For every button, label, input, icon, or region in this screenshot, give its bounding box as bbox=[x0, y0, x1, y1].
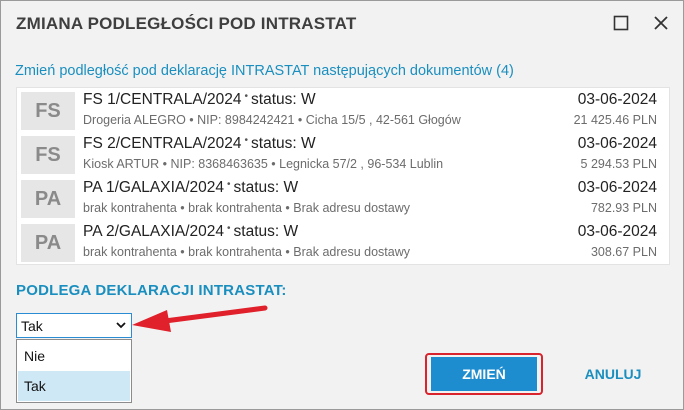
document-title: FS 2/CENTRALA/2024 • status: W bbox=[83, 135, 316, 152]
document-status: status: W bbox=[251, 135, 316, 152]
close-button[interactable] bbox=[648, 10, 674, 36]
document-list: FS FS 1/CENTRALA/2024 • status: W Drogeria… bbox=[16, 87, 670, 265]
document-title: FS 1/CENTRALA/2024 • status: W bbox=[83, 91, 316, 108]
document-status: status: W bbox=[233, 223, 299, 240]
document-details: Drogeria ALEGRO • NIP: 8984242421 • Cich… bbox=[83, 113, 461, 127]
confirm-button[interactable]: ZMIEŃ bbox=[431, 357, 537, 391]
document-amount: 308.67 PLN bbox=[590, 245, 657, 259]
document-type-badge: PA bbox=[21, 224, 75, 262]
maximize-button[interactable] bbox=[608, 10, 634, 36]
list-item[interactable]: PA PA 1/GALAXIA/2024 • status: W brak kont… bbox=[17, 176, 669, 220]
document-number: FS 1/CENTRALA/2024 bbox=[83, 91, 242, 108]
document-details: brak kontrahenta • brak kontrahenta • Br… bbox=[83, 245, 410, 259]
intrastat-select[interactable]: Tak bbox=[16, 313, 132, 338]
document-title: PA 2/GALAXIA/2024 • status: W bbox=[83, 223, 299, 240]
list-item[interactable]: PA PA 2/GALAXIA/2024 • status: W brak kont… bbox=[17, 220, 669, 264]
maximize-icon bbox=[613, 15, 629, 31]
document-status: status: W bbox=[251, 91, 316, 108]
document-number: PA 1/GALAXIA/2024 bbox=[83, 179, 225, 196]
chevron-down-icon bbox=[116, 322, 126, 329]
document-amount: 5 294.53 PLN bbox=[580, 157, 657, 171]
document-type-badge: FS bbox=[21, 136, 75, 174]
close-icon bbox=[654, 16, 668, 30]
title-bar: ZMIANA PODLEGŁOŚCI POD INTRASTAT bbox=[2, 2, 682, 44]
intro-text: Zmień podległość pod deklarację INTRASTA… bbox=[15, 63, 514, 79]
dialog-title: ZMIANA PODLEGŁOŚCI POD INTRASTAT bbox=[16, 14, 357, 33]
document-number: FS 2/CENTRALA/2024 bbox=[83, 135, 242, 152]
document-date: 03-06-2024 bbox=[577, 223, 657, 240]
document-status: status: W bbox=[233, 179, 299, 196]
intrastat-dropdown-list: Nie Tak bbox=[16, 339, 132, 403]
list-item[interactable]: FS FS 1/CENTRALA/2024 • status: W Drogeria… bbox=[17, 88, 669, 132]
document-type-badge: PA bbox=[21, 180, 75, 218]
document-number: PA 2/GALAXIA/2024 bbox=[83, 223, 225, 240]
cancel-button[interactable]: ANULUJ bbox=[569, 357, 657, 391]
document-amount: 21 425.46 PLN bbox=[573, 113, 657, 127]
annotation-arrow-icon bbox=[132, 305, 268, 332]
document-details: brak kontrahenta • brak kontrahenta • Br… bbox=[83, 201, 410, 215]
document-details: Kiosk ARTUR • NIP: 8368463635 • Legnicka… bbox=[83, 157, 444, 171]
dropdown-option-tak[interactable]: Tak bbox=[18, 371, 130, 401]
document-date: 03-06-2024 bbox=[577, 91, 657, 108]
document-date: 03-06-2024 bbox=[577, 135, 657, 152]
document-amount: 782.93 PLN bbox=[590, 201, 657, 215]
dialog-window: ZMIANA PODLEGŁOŚCI POD INTRASTAT Zmień p… bbox=[0, 0, 684, 410]
document-title: PA 1/GALAXIA/2024 • status: W bbox=[83, 179, 299, 196]
document-date: 03-06-2024 bbox=[577, 179, 657, 196]
dropdown-option-nie[interactable]: Nie bbox=[18, 341, 130, 371]
intrastat-label: PODLEGA DEKLARACJI INTRASTAT: bbox=[16, 282, 287, 299]
document-type-badge: FS bbox=[21, 92, 75, 130]
intrastat-selected-value: Tak bbox=[21, 318, 43, 334]
list-item[interactable]: FS FS 2/CENTRALA/2024 • status: W Kiosk AR… bbox=[17, 132, 669, 176]
